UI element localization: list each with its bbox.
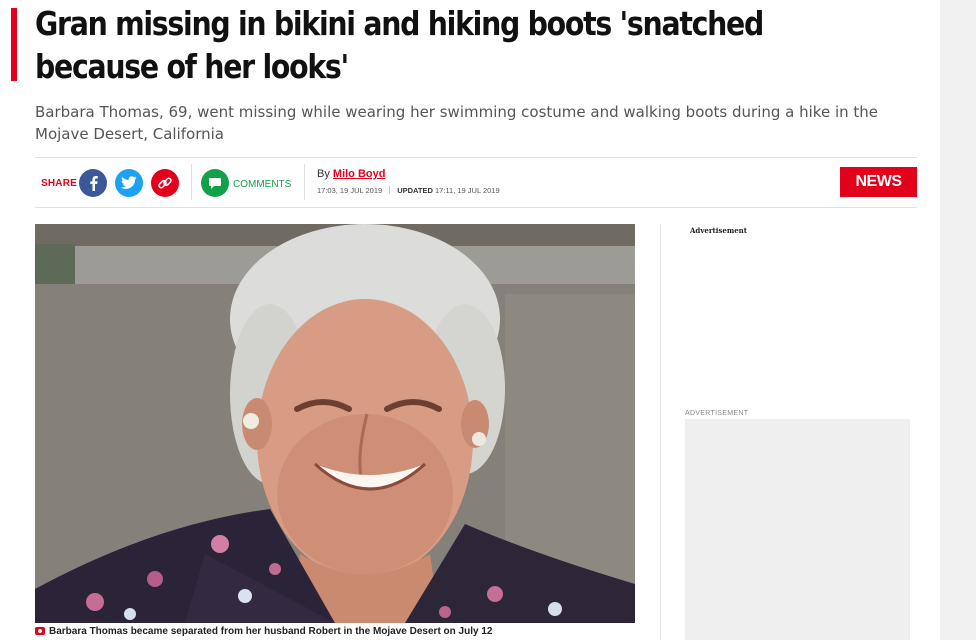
column-divider [660,224,661,640]
date-separator [389,186,391,194]
image-caption: Barbara Thomas became separated from her… [35,626,492,637]
camera-icon [35,627,45,635]
article-dates: 17:03, 19 JUL 2019 UPDATED 17:11, 19 JUL … [317,186,500,195]
comments-button[interactable] [201,169,229,197]
link-icon [158,177,172,189]
article-page: Gran missing in bikini and hiking boots … [0,0,976,640]
share-label: SHARE [41,178,78,189]
advertisement-label-secondary: ADVERTISEMENT [685,410,749,417]
headline-accent-bar [11,8,17,81]
updated-time: 17:11, 19 JUL 2019 [435,186,500,195]
author-link[interactable]: Milo Boyd [333,168,386,180]
comment-icon [209,178,221,189]
facebook-share-button[interactable] [79,169,107,197]
facebook-icon [90,176,98,191]
updated-label: UPDATED [397,186,433,195]
published-time: 17:03, 19 JUL 2019 [317,186,383,195]
caption-text: Barbara Thomas became separated from her… [49,626,493,637]
byline-prefix: By [317,168,330,180]
page-gutter [940,0,976,640]
portrait-photo [35,224,635,623]
twitter-icon [121,176,137,189]
meta-divider [191,164,192,200]
meta-divider [304,164,305,200]
section-badge-news[interactable]: NEWS [840,167,917,197]
advertisement-label: Advertisement [690,226,748,235]
copy-link-button[interactable] [151,169,179,197]
article-meta-bar: SHARE COMMENTS By Milo Boyd 17:03, 19 JU… [35,157,917,208]
comments-link[interactable]: COMMENTS [233,179,291,190]
article-standfirst: Barbara Thomas, 69, went missing while w… [35,103,879,143]
twitter-share-button[interactable] [115,169,143,197]
advertisement-slot[interactable] [685,419,910,640]
byline: By Milo Boyd [317,168,385,180]
article-headline: Gran missing in bikini and hiking boots … [35,4,764,86]
article-hero-image [35,224,635,623]
